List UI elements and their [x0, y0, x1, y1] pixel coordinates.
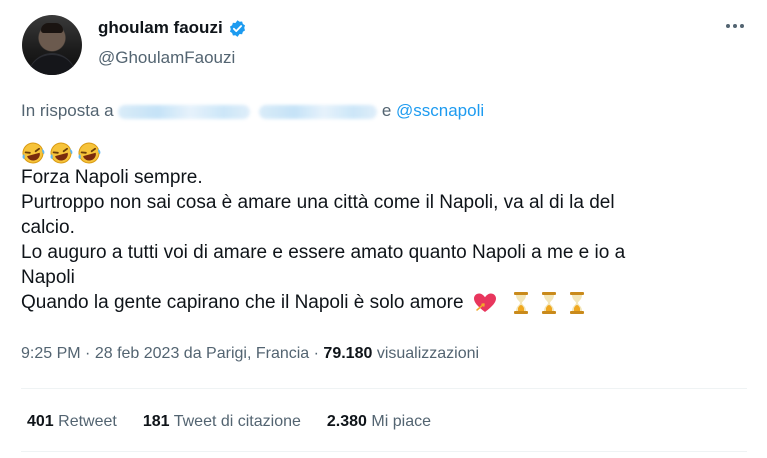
author-name-row: ghoulam faouzi	[98, 18, 247, 38]
reply-mention-link[interactable]: @sscnapoli	[396, 101, 484, 120]
retweets-label: Retweet	[58, 413, 117, 430]
tweet-line: Forza Napoli sempre.	[21, 167, 203, 188]
likes-label: Mi piace	[371, 413, 431, 430]
more-dot	[733, 24, 737, 28]
divider	[21, 451, 747, 452]
tweet-date-location[interactable]: 28 feb 2023 da Parigi, Francia	[95, 345, 309, 362]
reply-context: In risposta a e @sscnapoli	[21, 101, 484, 121]
views-label: visualizzazioni	[376, 345, 480, 362]
tweet-line: Lo auguro a tutti voi di amare e essere …	[21, 242, 626, 263]
redacted-mention	[118, 104, 251, 119]
emoji-line	[21, 140, 741, 165]
author-display-name[interactable]: ghoulam faouzi	[98, 18, 223, 38]
tweet-time[interactable]: 9:25 PM	[21, 345, 81, 362]
quotes-count: 181	[142, 413, 170, 430]
views-count: 79.180	[323, 345, 373, 362]
tweet-line: calcio.	[21, 217, 75, 238]
tweet-meta: 9:25 PM · 28 feb 2023 da Parigi, Francia…	[21, 345, 479, 363]
more-dot	[726, 24, 730, 28]
engagement-stats: 401 Retweet 181 Tweet di citazione 2.380…	[27, 413, 431, 431]
more-dot	[740, 24, 744, 28]
tweet-text: Forza Napoli sempre. Purtroppo non sai c…	[21, 140, 741, 315]
avatar-shoulders	[28, 53, 76, 75]
avatar-hair	[41, 23, 63, 33]
tweet-line: Purtroppo non sai cosa è amare una città…	[21, 192, 615, 213]
tweet-line: Napoli	[21, 267, 75, 288]
laughing-emoji	[22, 142, 101, 164]
meta-separator: ·	[313, 345, 319, 362]
hourglass-emoji	[514, 291, 585, 314]
likes-count: 2.380	[326, 413, 367, 430]
reply-prefix: In risposta a	[21, 101, 114, 120]
reply-connector: e	[381, 101, 392, 120]
redacted-mention	[259, 104, 378, 119]
heart-emoji	[473, 293, 496, 312]
tweet-line: Quando la gente capirano che il Napoli è…	[21, 292, 464, 313]
meta-separator: ·	[85, 345, 91, 362]
quotes-stat[interactable]: 181 Tweet di citazione	[143, 413, 301, 431]
tweet-last-line: Quando la gente capirano che il Napoli è…	[21, 290, 741, 315]
retweets-stat[interactable]: 401 Retweet	[27, 413, 117, 431]
more-options-icon[interactable]	[726, 24, 744, 28]
author-handle[interactable]: @GhoulamFaouzi	[98, 48, 235, 68]
retweets-count: 401	[27, 413, 54, 430]
quotes-label: Tweet di citazione	[173, 413, 301, 430]
divider	[21, 388, 747, 389]
likes-stat[interactable]: 2.380 Mi piace	[327, 413, 431, 431]
verified-badge-icon	[229, 19, 245, 37]
avatar[interactable]	[22, 15, 82, 75]
